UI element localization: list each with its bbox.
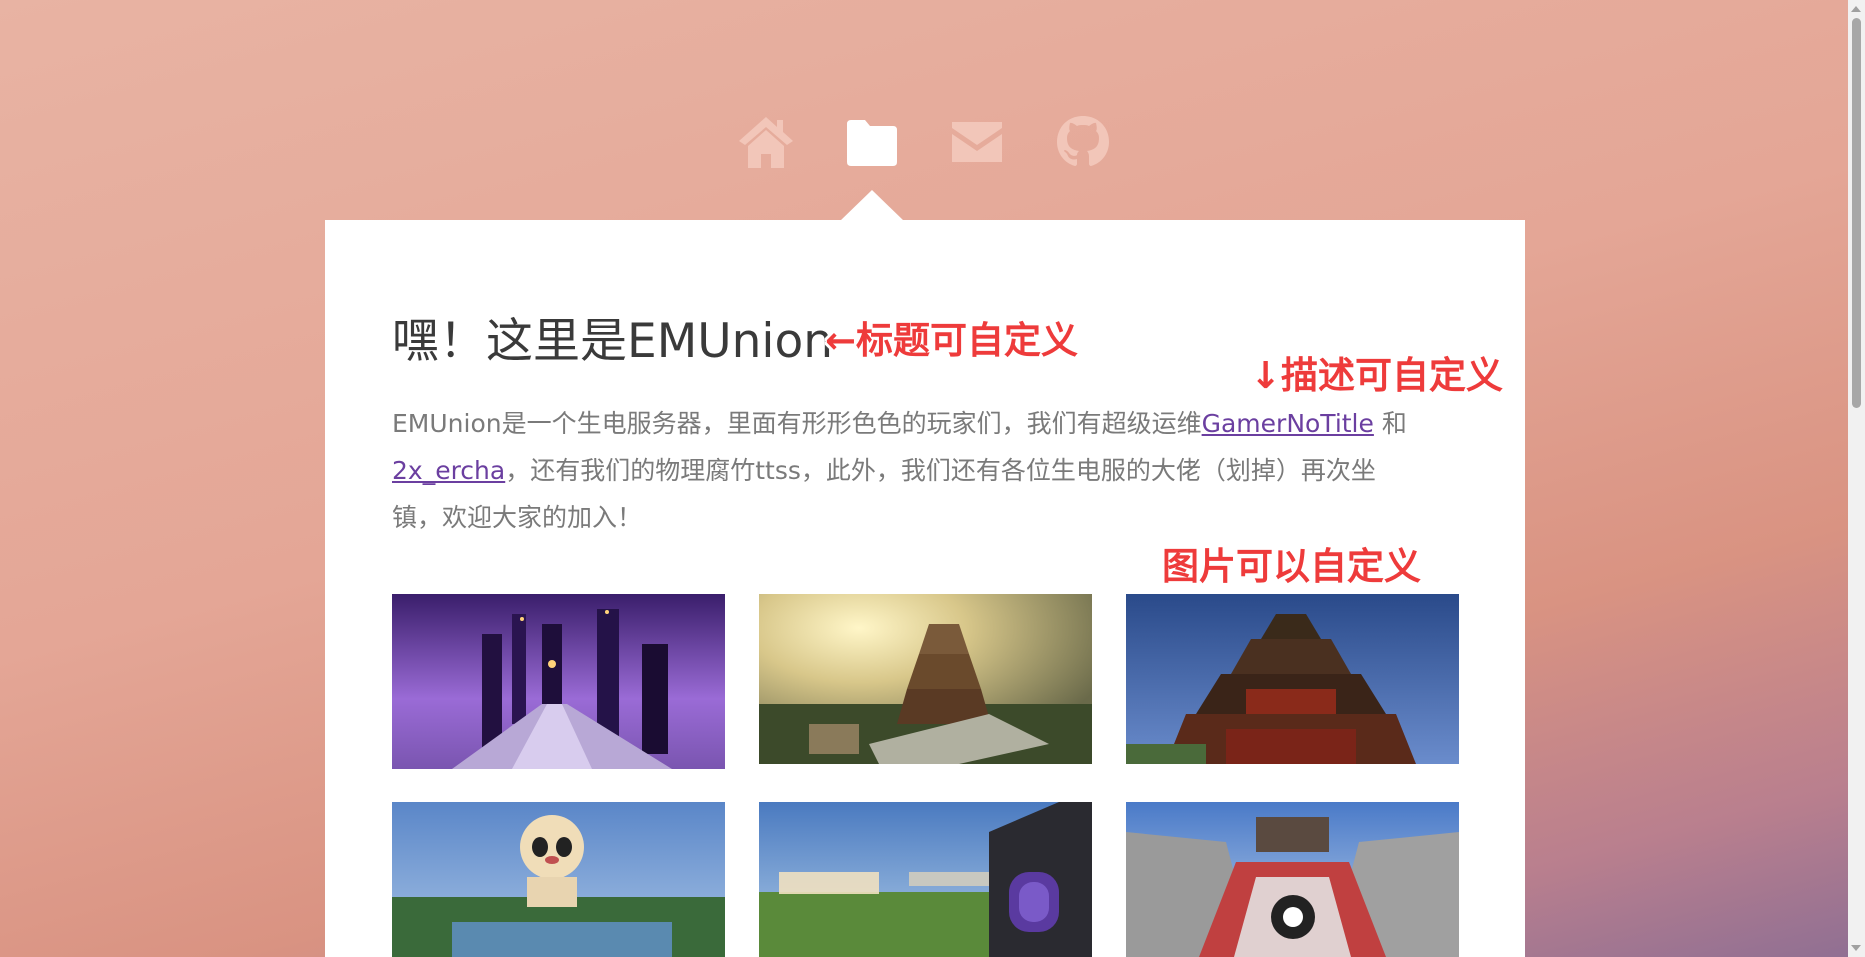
annotation-title: ←标题可自定义 [825, 319, 1079, 362]
ercha-link[interactable]: 2x_ercha [392, 456, 505, 485]
description-text: ，还有我们的物理腐竹ttss，此外，我们还有各位生电服的大佬（划掉）再次坐镇，欢… [392, 456, 1376, 532]
gallery-image-panda-statue[interactable] [392, 802, 725, 957]
gallery-image-blue-sky-pagoda[interactable] [1126, 594, 1459, 764]
gallery-image-sunset-pagoda[interactable] [759, 594, 1092, 764]
annotation-images: 图片可以自定义 [1162, 545, 1421, 588]
active-tab-pointer [840, 190, 904, 221]
top-nav [0, 114, 1848, 174]
annotation-description: ↓描述可自定义 [1250, 354, 1504, 397]
scroll-down-arrow[interactable] [1851, 945, 1861, 951]
gamernotitle-link[interactable]: GamerNoTitle [1202, 409, 1374, 438]
mail-icon[interactable] [948, 114, 1006, 170]
scroll-up-arrow[interactable] [1851, 6, 1861, 12]
home-icon[interactable] [737, 114, 795, 170]
gallery-image-courtyard[interactable] [1126, 802, 1459, 957]
gallery-image-end-bridge[interactable] [392, 594, 725, 769]
page-title: 嘿！这里是EMUnion [392, 314, 834, 369]
gallery-image-emunion-sign[interactable] [759, 802, 1092, 957]
scrollbar-thumb[interactable] [1852, 18, 1861, 408]
github-icon[interactable] [1054, 114, 1112, 170]
folder-icon[interactable] [843, 114, 901, 170]
page-scrollbar[interactable] [1848, 0, 1865, 957]
description-text: 和 [1373, 409, 1407, 438]
description-text: EMUnion是一个生电服务器，里面有形形色色的玩家们，我们有超级运维 [392, 409, 1202, 438]
page-description: EMUnion是一个生电服务器，里面有形形色色的玩家们，我们有超级运维Gamer… [392, 400, 1422, 541]
main-panel: 嘿！这里是EMUnion EMUnion是一个生电服务器，里面有形形色色的玩家们… [325, 220, 1525, 957]
